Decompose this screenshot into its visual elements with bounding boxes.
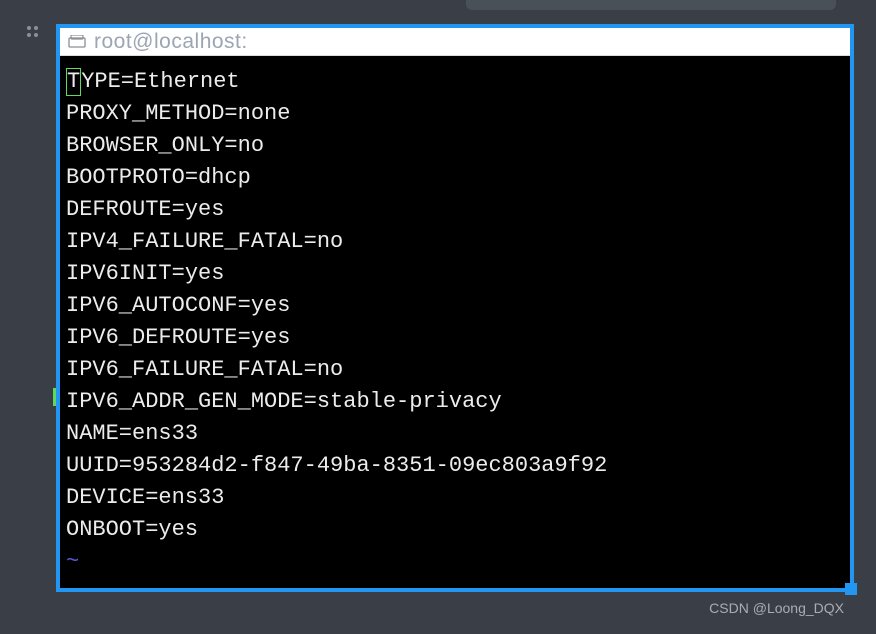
config-line-type: TYPE=Ethernet bbox=[66, 66, 844, 98]
config-line: IPV6_DEFROUTE=yes bbox=[66, 322, 844, 354]
terminal-icon bbox=[68, 35, 86, 49]
config-line: IPV6INIT=yes bbox=[66, 258, 844, 290]
cursor: T bbox=[66, 68, 81, 96]
config-line: IPV4_FAILURE_FATAL=no bbox=[66, 226, 844, 258]
drag-handle-icon[interactable] bbox=[27, 26, 38, 37]
config-line: BOOTPROTO=dhcp bbox=[66, 162, 844, 194]
config-line: IPV6_ADDR_GEN_MODE=stable-privacy bbox=[66, 386, 844, 418]
resize-handle[interactable] bbox=[845, 583, 857, 595]
terminal-window: root@localhost: TYPE=Ethernet PROXY_METH… bbox=[56, 24, 854, 592]
config-line: DEVICE=ens33 bbox=[66, 482, 844, 514]
watermark: CSDN @Loong_DQX bbox=[709, 600, 844, 616]
empty-line-tilde: ~ bbox=[66, 578, 844, 588]
config-line: IPV6_FAILURE_FATAL=no bbox=[66, 354, 844, 386]
config-line: BROWSER_ONLY=no bbox=[66, 130, 844, 162]
config-line: NAME=ens33 bbox=[66, 418, 844, 450]
terminal-content[interactable]: TYPE=Ethernet PROXY_METHOD=none BROWSER_… bbox=[60, 56, 850, 588]
window-title: root@localhost: bbox=[94, 30, 248, 54]
background-panel bbox=[466, 0, 836, 10]
config-line: IPV6_AUTOCONF=yes bbox=[66, 290, 844, 322]
config-line: PROXY_METHOD=none bbox=[66, 98, 844, 130]
config-line: ONBOOT=yes bbox=[66, 514, 844, 546]
titlebar[interactable]: root@localhost: bbox=[60, 28, 850, 56]
empty-line-tilde: ~ bbox=[66, 546, 844, 578]
config-line: DEFROUTE=yes bbox=[66, 194, 844, 226]
config-line: UUID=953284d2-f847-49ba-8351-09ec803a9f9… bbox=[66, 450, 844, 482]
